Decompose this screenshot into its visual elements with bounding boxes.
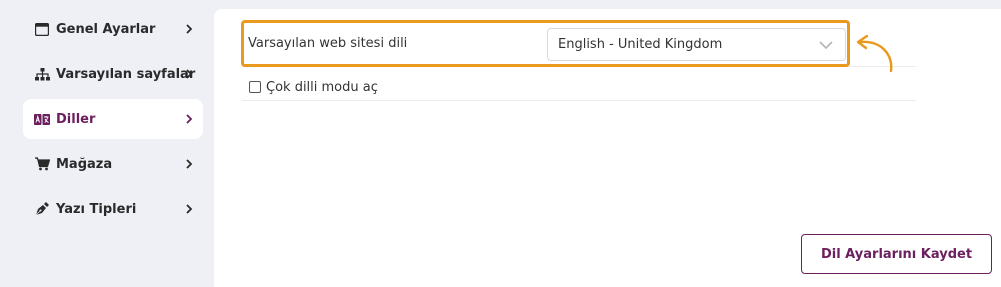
- sidebar-item-label: Diller: [56, 111, 96, 127]
- chevron-right-icon: [186, 69, 193, 79]
- default-language-label: Varsayılan web sitesi dili: [248, 36, 408, 51]
- chevron-right-icon: [186, 159, 193, 169]
- divider: [242, 100, 916, 101]
- pen-nib-icon: [34, 201, 50, 217]
- default-language-select[interactable]: English - United Kingdom: [547, 28, 846, 61]
- sidebar-item-varsayilan-sayfalar[interactable]: Varsayılan sayfalar: [23, 54, 203, 94]
- cart-icon: [34, 156, 50, 172]
- sidebar: Genel Ayarlar Varsayılan sayfalar Diller…: [0, 0, 214, 287]
- chevron-down-icon: [819, 41, 833, 50]
- curved-arrow-icon: [856, 34, 893, 73]
- language-icon: [34, 111, 50, 127]
- chevron-right-icon: [186, 204, 193, 214]
- language-settings-panel: Varsayılan web sitesi dili English - Uni…: [214, 9, 1001, 287]
- sidebar-item-label: Genel Ayarlar: [56, 21, 156, 37]
- default-language-value: English - United Kingdom: [558, 37, 723, 52]
- multilingual-mode-row: Çok dilli modu aç: [249, 79, 378, 95]
- save-language-settings-button[interactable]: Dil Ayarlarını Kaydet: [801, 234, 992, 274]
- chevron-right-icon: [186, 114, 193, 124]
- sidebar-item-label: Mağaza: [56, 156, 113, 172]
- multilingual-mode-checkbox[interactable]: [249, 81, 261, 93]
- sidebar-item-diller[interactable]: Diller: [23, 99, 203, 139]
- sidebar-item-label: Yazı Tipleri: [56, 201, 137, 217]
- sidebar-item-yazi-tipleri[interactable]: Yazı Tipleri: [23, 189, 203, 229]
- sidebar-item-genel-ayarlar[interactable]: Genel Ayarlar: [23, 9, 203, 49]
- multilingual-mode-label[interactable]: Çok dilli modu aç: [266, 80, 378, 95]
- default-language-row: Varsayılan web sitesi dili English - Uni…: [241, 20, 850, 67]
- chevron-right-icon: [186, 24, 193, 34]
- sidebar-item-magaza[interactable]: Mağaza: [23, 144, 203, 184]
- sidebar-item-label: Varsayılan sayfalar: [56, 66, 196, 82]
- window-icon: [34, 21, 50, 37]
- sitemap-icon: [34, 66, 50, 82]
